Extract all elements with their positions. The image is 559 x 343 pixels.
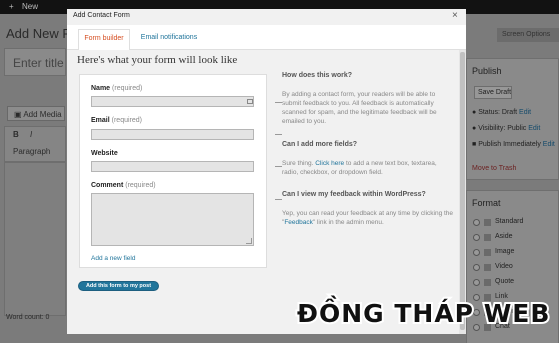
status-text: Status: Draft <box>478 109 518 116</box>
add-media-button[interactable]: ▣ Add Media <box>7 106 65 121</box>
radio-icon <box>473 279 480 286</box>
move-to-trash-link[interactable]: Move to Trash <box>472 165 516 172</box>
help-answer: Yep, you can read your feedback at any t… <box>282 210 454 226</box>
website-field[interactable] <box>91 161 254 172</box>
click-here-link[interactable]: Click here <box>315 160 344 167</box>
radio-icon <box>473 264 480 271</box>
required-note: (required) <box>111 117 142 124</box>
help-question: How does this work? <box>282 72 353 79</box>
format-box-title: Format <box>472 198 501 208</box>
plus-icon[interactable]: + <box>9 2 14 11</box>
radio-icon <box>473 249 480 256</box>
help-answer: By adding a contact form, your readers w… <box>282 91 437 125</box>
page-title: Add New P <box>6 26 72 41</box>
new-menu[interactable]: New <box>22 2 38 11</box>
required-note: (required) <box>112 85 143 92</box>
connector-line <box>275 166 282 167</box>
help-question: Can I view my feedback within WordPress? <box>282 191 426 198</box>
publish-box-title: Publish <box>472 66 502 76</box>
publish-edit-link[interactable]: Edit <box>543 141 555 148</box>
publish-row: ■ Publish Immediately Edit <box>472 141 555 148</box>
name-label: Name (required) <box>91 85 143 92</box>
contact-card-icon <box>247 99 253 104</box>
tab-email-notifications[interactable]: Email notifications <box>136 29 202 50</box>
image-icon <box>484 249 491 256</box>
bold-button[interactable]: B <box>13 130 19 139</box>
form-preview: Name (required) Email (required) Website… <box>79 74 282 268</box>
visibility-text: Visibility: Public <box>478 125 527 132</box>
title-field[interactable]: Enter title <box>4 48 66 76</box>
visibility-edit-link[interactable]: Edit <box>528 125 540 132</box>
name-field[interactable] <box>91 96 254 107</box>
watermark-text: ĐỒNG THÁP WEB <box>297 295 550 328</box>
modal-title: Add Contact Form <box>73 12 130 19</box>
add-new-field-link[interactable]: Add a new field <box>91 255 135 262</box>
italic-button[interactable]: I <box>30 130 32 139</box>
quote-icon <box>484 279 491 286</box>
tab-form-builder[interactable]: Form builder <box>78 29 130 51</box>
email-field[interactable] <box>91 129 254 140</box>
connector-line <box>275 199 282 200</box>
editor-area[interactable] <box>4 162 66 316</box>
comment-label: Comment (required) <box>91 182 156 189</box>
visibility-row: ● Visibility: Public Edit <box>472 125 540 132</box>
title-placeholder: Enter title <box>13 56 64 70</box>
help-question: Can I add more fields? <box>282 141 358 148</box>
screen-options-button[interactable]: Screen Options <box>497 28 559 42</box>
aside-icon <box>484 234 491 241</box>
website-label: Website <box>91 150 118 157</box>
modal-header: Add Contact Form × <box>67 9 466 25</box>
connector-line <box>275 134 282 135</box>
format-select[interactable]: Paragraph <box>13 147 50 156</box>
add-form-to-post-button[interactable]: Add this form to my post <box>78 281 159 291</box>
connector-line <box>275 102 282 103</box>
video-icon <box>484 264 491 271</box>
help-answer: Sure thing. Click here to add a new text… <box>282 160 437 176</box>
email-label: Email (required) <box>91 117 142 124</box>
contact-form-modal: Add Contact Form × Form builder Email no… <box>67 9 466 334</box>
resize-grip-icon[interactable] <box>246 238 252 244</box>
word-count: Word count: 0 <box>6 314 50 321</box>
watermark-logo: ĐỒNG THÁP WEB <box>295 293 551 330</box>
modal-tabs: Form builder Email notifications <box>67 25 466 51</box>
radio-icon <box>473 234 480 241</box>
comment-field[interactable] <box>91 193 254 246</box>
close-icon[interactable]: × <box>452 10 458 21</box>
radio-icon <box>473 219 480 226</box>
status-edit-link[interactable]: Edit <box>519 109 531 116</box>
feedback-link[interactable]: Feedback <box>284 219 313 226</box>
publish-text: Publish Immediately <box>478 141 541 148</box>
status-row: ● Status: Draft Edit <box>472 109 531 116</box>
editor-toolbar: B I Paragraph <box>4 126 66 162</box>
save-draft-button[interactable]: Save Draft <box>474 86 512 99</box>
pushpin-icon <box>484 219 491 226</box>
publish-box: Publish Save Draft ● Status: Draft Edit … <box>466 58 559 180</box>
add-media-label: Add Media <box>23 110 62 119</box>
required-note: (required) <box>125 182 156 189</box>
media-icon: ▣ <box>14 110 24 119</box>
form-heading: Here's what your form will look like <box>77 54 238 66</box>
